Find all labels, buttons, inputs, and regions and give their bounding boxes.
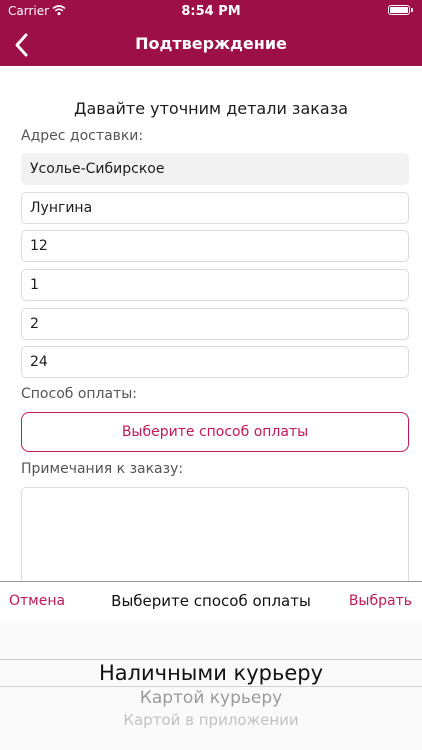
payment-method-button[interactable]: Выберите способ оплаты xyxy=(21,412,409,452)
top-bar: Carrier 8:54 PM Подтверждение xyxy=(0,0,422,66)
floor-field[interactable]: 2 xyxy=(21,308,409,340)
status-time: 8:54 PM xyxy=(181,4,241,19)
house-value: 12 xyxy=(30,238,48,254)
payment-picker-wheel[interactable]: Наличными курьеру Картой курьеру Картой … xyxy=(0,623,422,750)
picker-selection-top-line xyxy=(0,659,422,660)
status-bar: Carrier 8:54 PM xyxy=(0,0,422,24)
street-field[interactable]: Лунгина xyxy=(21,192,409,224)
battery-icon xyxy=(388,5,413,15)
form-subtitle: Давайте уточним детали заказа xyxy=(73,99,349,118)
address-label: Адрес доставки: xyxy=(21,128,144,144)
picker-option[interactable]: Наличными курьеру xyxy=(0,661,422,685)
notes-label: Примечания к заказу: xyxy=(21,461,184,477)
payment-label: Способ оплаты: xyxy=(21,386,138,402)
picker-option[interactable]: Картой в приложении xyxy=(0,711,422,729)
apartment-value: 24 xyxy=(30,354,48,370)
picker-selection-bottom-line xyxy=(0,686,422,687)
city-value: Усолье-Сибирское xyxy=(30,161,165,177)
picker-option[interactable]: Картой курьеру xyxy=(0,688,422,708)
page-title: Подтверждение xyxy=(135,34,287,53)
entrance-value: 1 xyxy=(30,277,39,293)
picker-toolbar: Отмена Выберите способ оплаты Выбрать xyxy=(0,581,422,623)
entrance-field[interactable]: 1 xyxy=(21,269,409,301)
picker-select-button[interactable]: Выбрать xyxy=(349,593,412,609)
floor-value: 2 xyxy=(30,316,39,332)
navigation-bar: Подтверждение xyxy=(0,24,422,66)
house-field[interactable]: 12 xyxy=(21,230,409,262)
city-field: Усолье-Сибирское xyxy=(21,153,409,185)
apartment-field[interactable]: 24 xyxy=(21,346,409,378)
street-value: Лунгина xyxy=(30,200,93,216)
